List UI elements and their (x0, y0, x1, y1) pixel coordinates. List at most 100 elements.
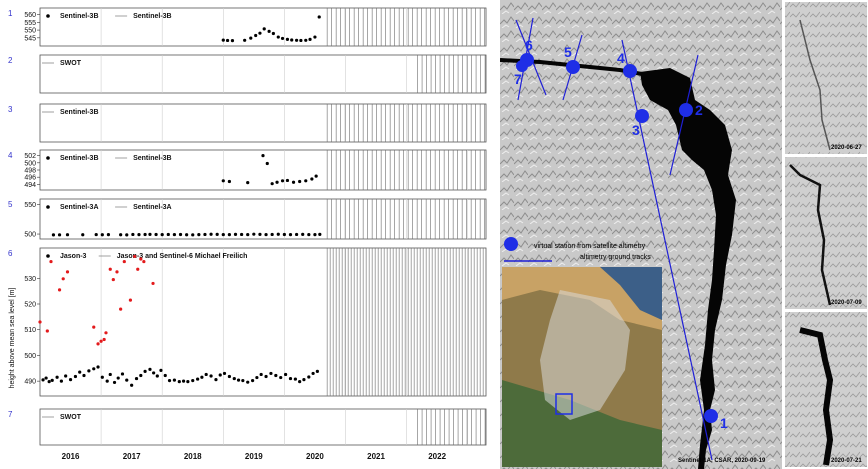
panel-frame (39, 103, 487, 143)
data-point (59, 379, 63, 383)
virtual-station-marker (679, 103, 693, 117)
thumbnail-date: 2020-07-09 (831, 300, 862, 306)
data-point (116, 376, 120, 380)
data-point (155, 374, 159, 378)
y-tick-label: 500 (24, 232, 36, 239)
x-tick-label: 2020 (306, 452, 324, 461)
data-point (125, 233, 129, 237)
data-point (227, 233, 231, 237)
altimetry-charts: 1 Sentinel-3B Sentinel-3B5455505555602 SWOT… (8, 7, 487, 461)
y-tick-label: 555 (24, 20, 36, 27)
legend-marker (46, 254, 50, 258)
legend-label: Sentinel-3B (133, 13, 172, 20)
data-point-highlight (65, 270, 70, 274)
data-point-highlight (57, 288, 62, 292)
data-point (78, 370, 82, 374)
data-point (92, 367, 96, 371)
data-point (200, 375, 204, 379)
panel-number: 7 (8, 410, 13, 419)
data-point (288, 376, 293, 381)
station-label: 6 (525, 37, 533, 53)
data-point (209, 374, 213, 378)
panel-frame (39, 408, 487, 446)
data-point (227, 374, 231, 379)
legend-label: Sentinel-3B (60, 13, 99, 20)
data-point (181, 379, 186, 383)
panel-number: 6 (8, 249, 13, 258)
data-point-highlight (49, 259, 53, 264)
data-point-highlight (128, 298, 133, 302)
legend-station-symbol (504, 237, 518, 251)
thumbnail-1: 2020-06-27 (785, 2, 867, 154)
station-label: 2 (695, 102, 703, 118)
virtual-station-marker (704, 409, 718, 423)
y-tick-label: 520 (24, 302, 36, 309)
data-point (276, 232, 280, 236)
data-point (298, 380, 302, 384)
data-point (172, 232, 177, 237)
data-point (82, 373, 86, 378)
data-point (51, 233, 56, 237)
data-point (307, 232, 311, 237)
data-point-highlight (133, 254, 137, 259)
data-point-highlight (115, 270, 119, 274)
station-label: 5 (564, 44, 572, 60)
data-point (264, 374, 268, 379)
data-point (252, 232, 256, 236)
data-point-highlight (45, 329, 49, 333)
data-point (284, 372, 288, 377)
panel-number: 5 (8, 200, 13, 209)
data-point-highlight (38, 320, 42, 324)
data-point (236, 378, 241, 382)
data-point (178, 232, 183, 237)
data-point (315, 369, 319, 373)
data-point (261, 154, 265, 158)
data-point (148, 232, 152, 236)
thumbnail-3: 2020-07-21 (785, 312, 867, 467)
data-point-highlight (136, 267, 140, 271)
data-point (313, 233, 317, 237)
legend-label: Sentinel-3B (60, 109, 99, 116)
data-point (120, 372, 125, 376)
y-tick-label: 545 (24, 35, 36, 42)
data-point (221, 232, 225, 237)
virtual-station-marker (635, 109, 649, 123)
station-label: 1 (720, 415, 728, 431)
data-point-highlight (104, 331, 108, 335)
y-tick-label: 494 (24, 182, 36, 189)
data-point (130, 383, 134, 387)
x-tick-label: 2021 (367, 452, 385, 461)
data-point (191, 233, 195, 237)
legend-label: Sentinel-3B (133, 155, 172, 162)
data-point (304, 179, 308, 183)
data-point (317, 15, 321, 19)
y-tick-label: 510 (24, 327, 36, 334)
data-point (258, 31, 262, 35)
y-tick-label: 498 (24, 168, 36, 175)
data-point (302, 378, 306, 382)
data-point (55, 375, 59, 379)
y-tick-label: 490 (24, 379, 36, 386)
data-point (249, 36, 253, 40)
data-point (267, 29, 271, 33)
data-point (143, 232, 147, 237)
data-point (270, 182, 274, 186)
data-point (301, 232, 305, 236)
data-point (280, 36, 285, 41)
data-point-highlight (111, 277, 115, 282)
data-point-highlight (92, 325, 96, 329)
data-point (221, 38, 225, 42)
data-point (222, 371, 227, 376)
data-point (87, 369, 91, 373)
data-point (50, 378, 54, 382)
thumbnail-date: 2020-06-27 (831, 145, 862, 151)
data-point (163, 373, 167, 378)
data-point (209, 232, 213, 236)
data-point (243, 38, 247, 42)
data-point (298, 179, 302, 184)
data-point (94, 232, 98, 237)
data-point (276, 35, 280, 39)
data-point (186, 380, 190, 384)
data-point (65, 233, 70, 237)
thumbnail-2: 2020-07-09 (785, 157, 867, 309)
